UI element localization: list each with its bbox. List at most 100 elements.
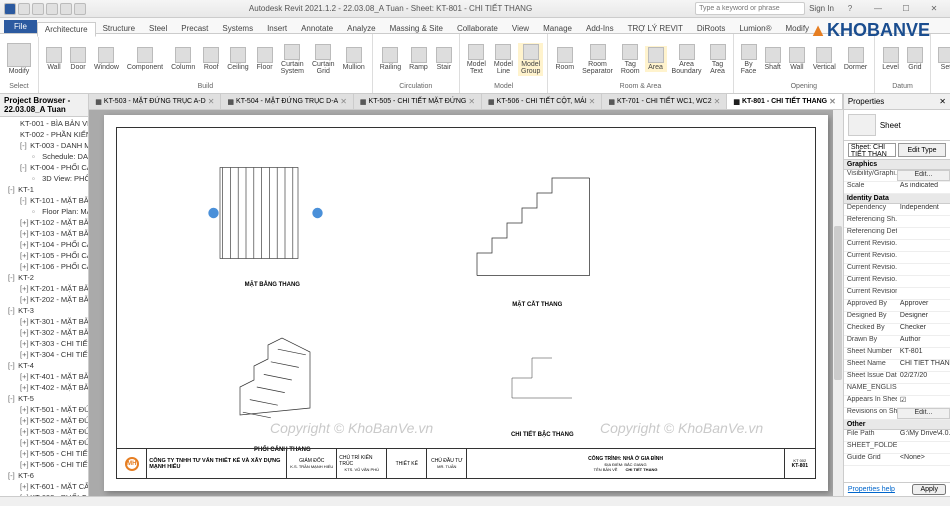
tree-node[interactable]: [+] KT-402 - MẶT BẰNG LÁT SÀN TẦNG 2 — [0, 382, 88, 393]
view-tab[interactable]: ▦KT-701 - CHI TIẾT WC1, WC2✕ — [602, 94, 727, 109]
prop-row[interactable]: Referencing Det... — [844, 228, 950, 240]
tree-node[interactable]: [-] KT-2 — [0, 272, 88, 283]
tree-node[interactable]: [+] KT-202 - MẶT BẰNG TƯỜNG XÂY TẦNG 2 — [0, 294, 88, 305]
qat-save-icon[interactable] — [32, 3, 44, 15]
tree-node[interactable]: [+] KT-601 - MẶT CẮT A-A — [0, 481, 88, 492]
tree-node[interactable]: [-] KT-6 — [0, 470, 88, 481]
help-icon[interactable]: ? — [838, 2, 862, 16]
ribbon-stair-button[interactable]: Stair — [433, 46, 455, 72]
view-tab[interactable]: ▦KT-503 - MẶT ĐỨNG TRỤC A-D✕ — [89, 94, 221, 109]
prop-section-header[interactable]: Identity Data — [844, 194, 950, 204]
prop-row[interactable]: Drawn ByAuthor — [844, 336, 950, 348]
ribbon-shaft-button[interactable]: Shaft — [762, 46, 784, 72]
prop-row[interactable]: Checked ByChecker — [844, 324, 950, 336]
tree-node[interactable]: [+] KT-104 - PHỐI CẢNH NỘI THẤT TẦNG 1 — [0, 239, 88, 250]
tree-node[interactable]: [+] KT-505 - CHI TIẾT MẶT ĐỨNG — [0, 448, 88, 459]
tree-node[interactable]: [+] KT-503 - MẶT ĐỨNG TRỤC A-D — [0, 426, 88, 437]
prop-row[interactable]: Sheet Issue Date02/27/20 — [844, 372, 950, 384]
prop-row[interactable]: Referencing Sh... — [844, 216, 950, 228]
tree-node[interactable]: [+] KT-103 - MẶT BẰNG MÁI — [0, 228, 88, 239]
search-input[interactable] — [695, 2, 805, 15]
ribbon-modelline-button[interactable]: Model Line — [491, 43, 516, 76]
minimize-icon[interactable]: — — [866, 2, 890, 16]
tree-node[interactable]: [-] KT-5 — [0, 393, 88, 404]
app-menu-icon[interactable] — [4, 3, 16, 15]
ribbon-modeltext-button[interactable]: Model Text — [464, 43, 489, 76]
prop-row[interactable]: Current Revision — [844, 288, 950, 300]
ribbon-tab-architecture[interactable]: Architecture — [37, 22, 96, 37]
ribbon-area-button[interactable]: Area — [645, 46, 667, 72]
prop-row[interactable]: Visibility/Graphi...Edit... — [844, 170, 950, 182]
ribbon-floor-button[interactable]: Floor — [254, 46, 276, 72]
viewport[interactable]: CHI TIẾT BẬC THANG — [447, 328, 637, 428]
tree-node[interactable]: [+] KT-502 - MẶT ĐỨNG TRỤC 1-3 — [0, 415, 88, 426]
tree-node[interactable]: [+] KT-201 - MẶT BẰNG TƯỜNG XÂY TẦNG 1 — [0, 283, 88, 294]
tree-node[interactable]: [+] KT-303 - CHI TIẾT CỬA — [0, 338, 88, 349]
ribbon-mullion-button[interactable]: Mullion — [340, 46, 368, 72]
tab-close-icon[interactable]: ✕ — [340, 97, 347, 106]
ribbon-room-button[interactable]: Room — [552, 46, 577, 72]
tree-node[interactable]: [+] KT-102 - MẶT BẰNG NỘI THẤT TẦNG 2 — [0, 217, 88, 228]
apply-button[interactable]: Apply — [912, 484, 946, 495]
prop-row[interactable]: Approved ByApprover — [844, 300, 950, 312]
tab-close-icon[interactable]: ✕ — [468, 97, 475, 106]
tree-node[interactable]: ▫ Floor Plan: MẶT BẰNG NỘI THẤT TẦNG 1 — [0, 206, 88, 217]
qat-undo-icon[interactable] — [46, 3, 58, 15]
ribbon-window-button[interactable]: Window — [91, 46, 122, 72]
ribbon-component-button[interactable]: Component — [124, 46, 166, 72]
tree-node[interactable]: [+] KT-501 - MẶT ĐỨNG TRỤC 3-1 — [0, 404, 88, 415]
prop-row[interactable]: Sheet NumberKT-801 — [844, 348, 950, 360]
ribbon-areaboundary-button[interactable]: Area Boundary — [669, 43, 705, 76]
ribbon-ceiling-button[interactable]: Ceiling — [224, 46, 251, 72]
file-tab[interactable]: File — [4, 20, 37, 33]
tree-node[interactable]: [-] KT-4 — [0, 360, 88, 371]
prop-row[interactable]: DependencyIndependent — [844, 204, 950, 216]
ribbon-roof-button[interactable]: Roof — [200, 46, 222, 72]
prop-row[interactable]: Current Revisio... — [844, 240, 950, 252]
tree-node[interactable]: ▫ Schedule: DANH MỤC BẢN VẼ KIẾN TRÚC — [0, 151, 88, 162]
tree-node[interactable]: [+] KT-302 - MẶT BẰNG CỬA TẦNG 2 — [0, 327, 88, 338]
prop-row[interactable]: ScaleAs indicated — [844, 182, 950, 194]
close-icon[interactable]: ✕ — [922, 2, 946, 16]
ribbon-column-button[interactable]: Column — [168, 46, 198, 72]
ribbon-ramp-button[interactable]: Ramp — [406, 46, 431, 72]
view-tab[interactable]: ▦KT-801 - CHI TIẾT THANG✕ — [727, 94, 843, 109]
prop-row[interactable]: Current Revisio... — [844, 252, 950, 264]
prop-row[interactable]: Appears In Shee...☑ — [844, 396, 950, 408]
tree-node[interactable]: [+] KT-602 - PHỐI CẢNH MẶT CẮT A-A — [0, 492, 88, 496]
ribbon-tagarea-button[interactable]: Tag Area — [707, 43, 729, 76]
ribbon-modify-button[interactable]: Modify — [4, 42, 34, 76]
properties-grid[interactable]: GraphicsVisibility/Graphi...Edit...Scale… — [844, 160, 950, 482]
prop-row[interactable]: NAME_ENGLISH — [844, 384, 950, 396]
tree-node[interactable]: [+] KT-301 - MẶT BẰNG CỬA TẦNG 1 — [0, 316, 88, 327]
ribbon-modelgroup-button[interactable]: Model Group — [518, 43, 543, 76]
tree-node[interactable]: [+] KT-506 - CHI TIẾT CỘT, MÁI — [0, 459, 88, 470]
signin-link[interactable]: Sign In — [809, 4, 834, 13]
prop-row[interactable]: Current Revisio... — [844, 264, 950, 276]
tree-node[interactable]: [+] KT-105 - PHỐI CẢNH NỘI THẤT TẦNG 2 — [0, 250, 88, 261]
tab-close-icon[interactable]: ✕ — [208, 97, 215, 106]
prop-row[interactable]: Guide Grid<None> — [844, 454, 950, 466]
tab-close-icon[interactable]: ✕ — [589, 97, 596, 106]
tree-node[interactable]: ▫ 3D View: PHỐI CẢNH — [0, 173, 88, 184]
tree-node[interactable]: [-] KT-004 - PHỐI CẢNH — [0, 162, 88, 173]
ribbon-dormer-button[interactable]: Dormer — [841, 46, 870, 72]
prop-row[interactable]: Current Revisio... — [844, 276, 950, 288]
ribbon-byface-button[interactable]: By Face — [738, 43, 760, 76]
project-browser[interactable]: Project Browser - 22.03.08_A Tuan KT-001… — [0, 94, 89, 496]
properties-close-icon[interactable]: ✕ — [939, 97, 946, 106]
prop-section-header[interactable]: Other — [844, 420, 950, 430]
ribbon-level-button[interactable]: Level — [879, 46, 902, 72]
tree-node[interactable]: [+] KT-504 - MẶT ĐỨNG TRỤC D-A — [0, 437, 88, 448]
tab-close-icon[interactable]: ✕ — [829, 97, 836, 106]
tree-node[interactable]: KT-001 - BÌA BẢN VẼ — [0, 118, 88, 129]
drawing-canvas[interactable]: MẶT BẰNG THANGMẶT CẮT THANGPHỐI CẢNH THA… — [89, 110, 843, 496]
prop-row[interactable]: Revisions on Sh...Edit... — [844, 408, 950, 420]
qat-open-icon[interactable] — [18, 3, 30, 15]
tree-node[interactable]: KT-002 - PHẦN KIẾN TRÚC — [0, 129, 88, 140]
tree-node[interactable]: [-] KT-3 — [0, 305, 88, 316]
ribbon-wall-button[interactable]: Wall — [786, 46, 808, 72]
tree-node[interactable]: [-] KT-003 - DANH MỤC BẢN VẼ — [0, 140, 88, 151]
ribbon-vertical-button[interactable]: Vertical — [810, 46, 839, 72]
canvas-scrollbar[interactable] — [833, 110, 843, 496]
